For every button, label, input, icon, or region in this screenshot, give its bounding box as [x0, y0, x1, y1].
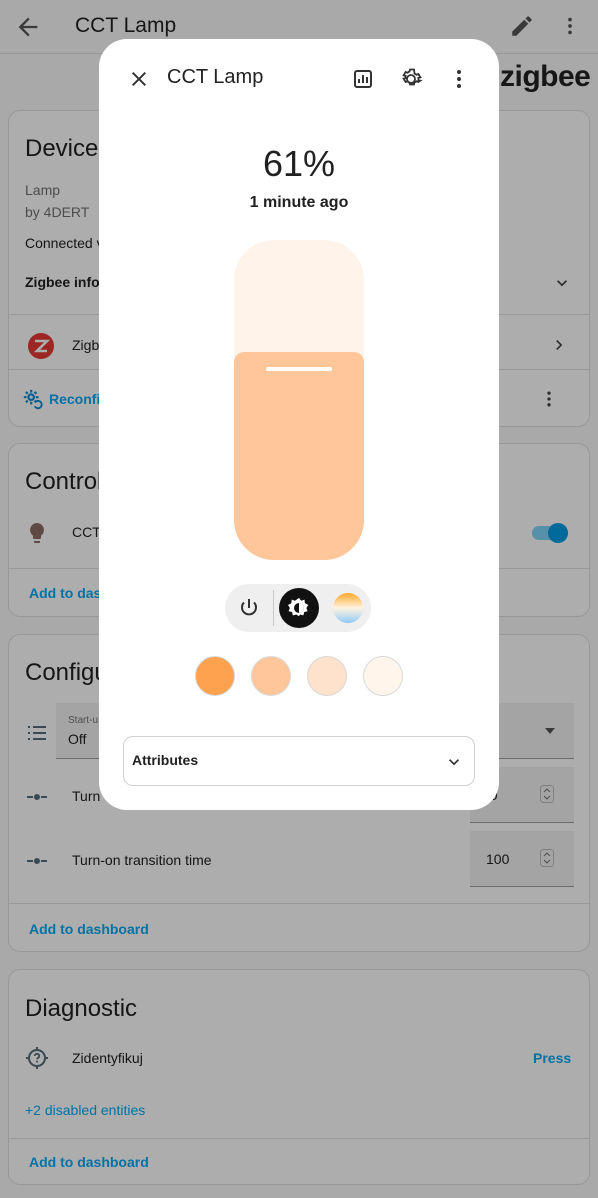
brightness-slider[interactable] — [234, 240, 364, 560]
slider-handle[interactable] — [266, 367, 332, 371]
cog-icon[interactable] — [399, 67, 423, 91]
chevron-down-icon — [449, 759, 459, 766]
brightness-mode-button[interactable] — [279, 588, 319, 628]
brightness-icon — [288, 597, 309, 617]
color-swatch[interactable] — [363, 656, 403, 696]
brightness-value: 61% — [262, 143, 336, 184]
power-icon[interactable] — [237, 596, 261, 620]
color-swatch[interactable] — [307, 656, 347, 696]
attributes-label: Attributes — [132, 752, 199, 768]
last-changed: 1 minute ago — [249, 194, 349, 211]
divider — [273, 590, 274, 626]
slider-fill — [234, 352, 364, 560]
color-swatch[interactable] — [251, 656, 291, 696]
mode-toggle-bar — [225, 584, 371, 632]
color-swatch[interactable] — [195, 656, 235, 696]
chart-box-icon[interactable] — [351, 67, 375, 91]
dialog-title: CCT Lamp — [167, 66, 264, 88]
dots-vertical-icon[interactable] — [447, 67, 471, 91]
device-page: CCT Lamp zigbee Device Lamp by 4DERT Con… — [0, 0, 598, 1198]
attributes-expander[interactable]: Attributes — [123, 736, 475, 786]
close-icon[interactable] — [127, 67, 151, 91]
more-info-dialog: CCT Lamp 61% 1 minute ago Attributes — [99, 39, 499, 810]
color-temperature-icon[interactable] — [333, 593, 363, 623]
